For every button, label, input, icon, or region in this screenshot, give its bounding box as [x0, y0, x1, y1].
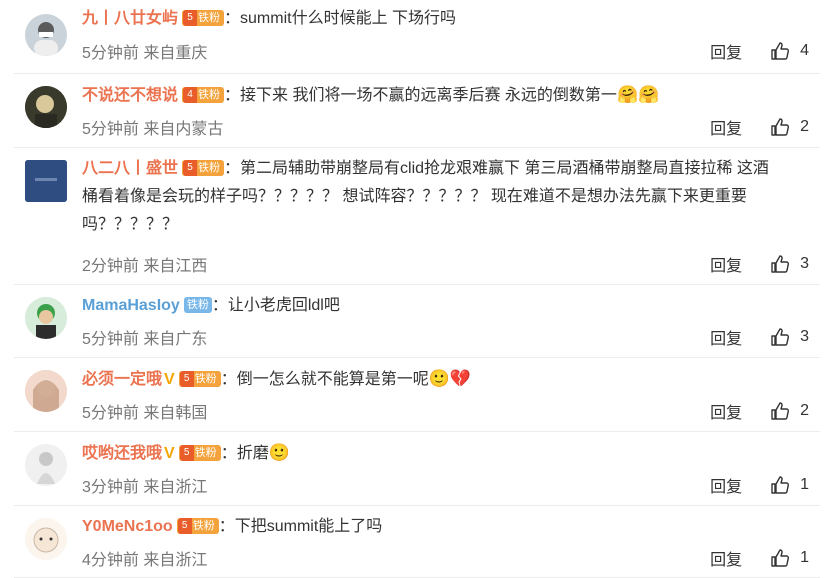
comment-meta: 5分钟前 来自韩国	[82, 405, 208, 422]
emoji: 🤗🤗	[616, 85, 660, 104]
fan-badge[interactable]: 5 铁粉	[182, 160, 225, 176]
comment-meta: 3分钟前 来自浙江	[82, 479, 208, 496]
comment-line: 哎哟还我哦 V 5 铁粉 ：折磨🙂	[82, 443, 290, 462]
comment-meta: 5分钟前 来自重庆	[82, 45, 208, 62]
emoji: 🙂💔	[428, 369, 472, 388]
reply-button[interactable]: 回复	[710, 399, 742, 423]
avatar[interactable]	[25, 370, 67, 412]
thumbs-up-icon	[771, 118, 790, 136]
avatar[interactable]	[25, 86, 67, 128]
comment-meta: 2分钟前 来自江西	[82, 258, 208, 275]
fan-badge[interactable]: 5 铁粉	[178, 371, 221, 387]
fan-badge[interactable]: 5 铁粉	[182, 10, 225, 26]
like-count: 2	[800, 118, 809, 135]
username-link[interactable]: 九丨八廿女屿	[82, 10, 178, 27]
comment-meta: 5分钟前 来自广东	[82, 331, 208, 348]
fan-badge[interactable]: 铁粉	[183, 297, 212, 313]
verified-icon: V	[164, 445, 175, 462]
username-link[interactable]: Y0MeNc1oo	[82, 518, 173, 535]
like-count: 3	[800, 255, 809, 272]
comment-text: 接下来 我们将一场不赢的远离季后赛 永远的倒数第一	[240, 87, 617, 104]
like-button[interactable]: 2	[770, 117, 809, 137]
comment-text: 第二局辅助带崩整局有clid抢龙艰难赢下 第三局酒桶带崩整局直接拉稀 这酒	[240, 160, 769, 177]
avatar[interactable]	[25, 444, 67, 486]
comment-line: 八二八丨盛世 5 铁粉 ：第二局辅助带崩整局有clid抢龙艰难赢下 第三局酒桶带崩整局…	[82, 160, 769, 233]
reply-button[interactable]: 回复	[710, 473, 742, 497]
comment-meta: 5分钟前 来自内蒙古	[82, 121, 224, 138]
thumbs-up-icon	[771, 549, 790, 567]
comment-text: summit什么时候能上 下场行吗	[240, 10, 457, 27]
comment-text: 让小老虎回ldl吧	[227, 297, 340, 314]
comment-meta: 4分钟前 来自浙江	[82, 552, 208, 569]
comment-text: 下把summit能上了吗	[234, 518, 383, 535]
comment-item: MamaHasIoy 铁粉 ：让小老虎回ldl吧 5分钟前 来自广东 回复 3	[0, 285, 834, 357]
reply-button[interactable]: 回复	[710, 252, 742, 276]
thumbs-up-icon	[771, 328, 790, 346]
comment-item: 必须一定哦 V 5 铁粉 ：倒一怎么就不能算是第一呢🙂💔 5分钟前 来自韩国 回复 2	[0, 358, 834, 431]
comment-line: Y0MeNc1oo 5 铁粉 ：下把summit能上了吗	[82, 518, 383, 535]
reply-button[interactable]: 回复	[710, 115, 742, 139]
emoji: 🙂	[268, 443, 290, 462]
username-link[interactable]: 必须一定哦	[82, 371, 162, 388]
like-button[interactable]: 3	[770, 254, 809, 274]
username-link[interactable]: 哎哟还我哦	[82, 445, 162, 462]
avatar[interactable]	[25, 297, 67, 339]
comment-item: 九丨八廿女屿 5 铁粉 ：summit什么时候能上 下场行吗 5分钟前 来自重庆 回复…	[0, 0, 834, 73]
fan-badge[interactable]: 5 铁粉	[176, 518, 219, 534]
username-link[interactable]: 不说还不想说	[82, 87, 178, 104]
comment-line: 不说还不想说 4 铁粉 ：接下来 我们将一场不赢的远离季后赛 永远的倒数第一🤗🤗	[82, 85, 660, 104]
comment-text: 倒一怎么就不能算是第一呢	[236, 371, 429, 388]
thumbs-up-icon	[771, 402, 790, 420]
username-link[interactable]: 八二八丨盛世	[82, 160, 178, 177]
reply-button[interactable]: 回复	[710, 546, 742, 570]
like-button[interactable]: 1	[770, 548, 809, 568]
avatar[interactable]	[25, 14, 67, 56]
like-count: 2	[800, 402, 809, 419]
comment-line: MamaHasIoy 铁粉 ：让小老虎回ldl吧	[82, 297, 340, 314]
comment-text: 折磨	[236, 445, 269, 462]
thumbs-up-icon	[771, 42, 790, 60]
like-count: 1	[800, 549, 809, 566]
like-button[interactable]: 4	[770, 41, 809, 61]
like-button[interactable]: 2	[770, 401, 809, 421]
like-count: 4	[800, 42, 809, 59]
comment-line: 九丨八廿女屿 5 铁粉 ：summit什么时候能上 下场行吗	[82, 10, 457, 27]
reply-button[interactable]: 回复	[710, 325, 742, 349]
comment-item: 八二八丨盛世 5 铁粉 ：第二局辅助带崩整局有clid抢龙艰难赢下 第三局酒桶带崩整局…	[0, 148, 834, 284]
avatar[interactable]	[25, 518, 67, 560]
comment-line: 必须一定哦 V 5 铁粉 ：倒一怎么就不能算是第一呢🙂💔	[82, 369, 472, 388]
thumbs-up-icon	[771, 255, 790, 273]
like-count: 1	[800, 476, 809, 493]
username-link[interactable]: MamaHasIoy	[82, 297, 180, 314]
thumbs-up-icon	[771, 476, 790, 494]
comment-item: 不说还不想说 4 铁粉 ：接下来 我们将一场不赢的远离季后赛 永远的倒数第一🤗🤗 5分…	[0, 74, 834, 147]
comment-item: Y0MeNc1oo 5 铁粉 ：下把summit能上了吗 4分钟前 来自浙江 回复 1	[0, 506, 834, 578]
comment-text: 桶看着像是会玩的样子吗？？？？？ 想试阵容？？？？？ 现在难道不是想办法先赢下来…	[82, 188, 747, 205]
comment-text: 吗？？？？？	[82, 216, 179, 233]
reply-button[interactable]: 回复	[710, 39, 742, 63]
avatar[interactable]	[25, 160, 67, 202]
fan-badge[interactable]: 4 铁粉	[182, 87, 225, 103]
like-count: 3	[800, 328, 809, 345]
like-button[interactable]: 1	[770, 475, 809, 495]
comment-item: 哎哟还我哦 V 5 铁粉 ：折磨🙂 3分钟前 来自浙江 回复 1	[0, 432, 834, 505]
fan-badge[interactable]: 5 铁粉	[178, 445, 221, 461]
like-button[interactable]: 3	[770, 327, 809, 347]
verified-icon: V	[164, 371, 175, 388]
